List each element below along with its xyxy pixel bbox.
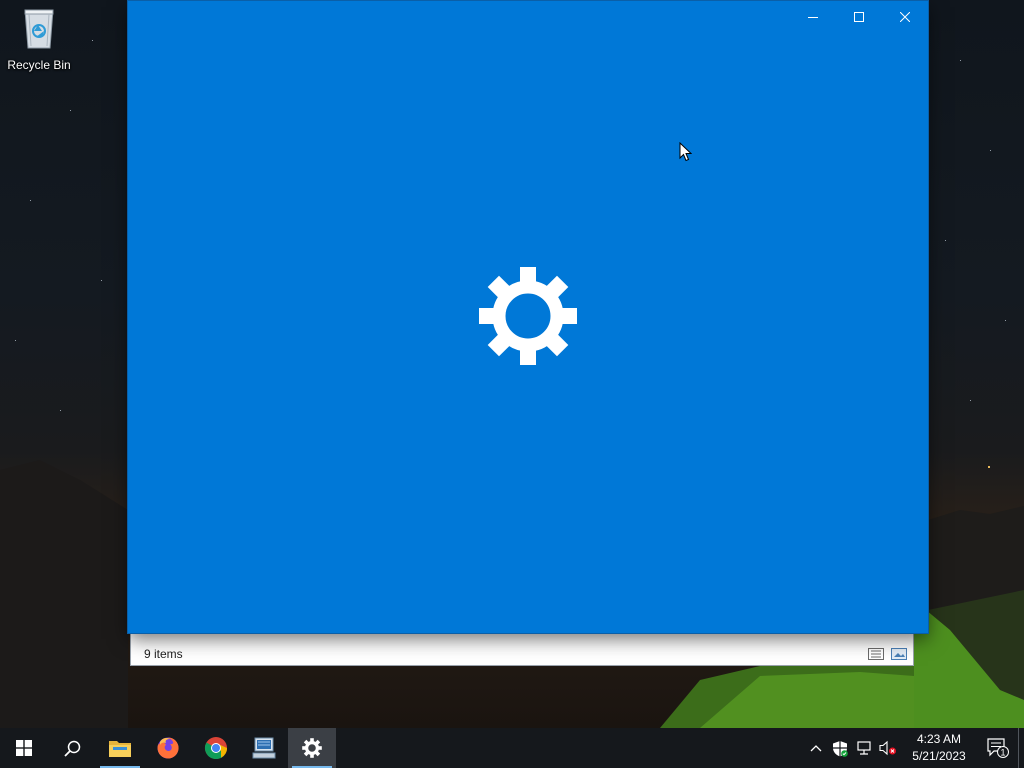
desktop-icon-label: Recycle Bin xyxy=(7,58,71,72)
search-icon xyxy=(63,740,80,757)
firefox-button[interactable] xyxy=(144,728,192,768)
show-hidden-icons-button[interactable] xyxy=(804,728,828,768)
firefox-icon xyxy=(157,737,179,759)
close-button[interactable] xyxy=(882,1,928,33)
security-tray-button[interactable] xyxy=(828,728,852,768)
large-icons-view-icon[interactable] xyxy=(890,648,907,661)
item-count-text: 9 items xyxy=(144,647,183,661)
network-icon xyxy=(857,741,871,755)
gear-icon xyxy=(302,738,322,758)
maximize-icon xyxy=(854,12,864,22)
notification-count: 1 xyxy=(1000,747,1005,757)
taskbar-clock[interactable]: 4:23 AM 5/21/2023 xyxy=(900,728,978,768)
security-shield-icon xyxy=(833,740,848,757)
desktop-icon-recycle-bin[interactable]: Recycle Bin xyxy=(4,4,74,78)
recycle-bin-icon xyxy=(24,9,54,49)
details-view-icon[interactable] xyxy=(867,648,884,661)
window-caption-buttons xyxy=(790,1,928,33)
gear-icon xyxy=(479,267,577,365)
notification-icon: 1 xyxy=(987,738,1009,758)
computer-network-icon xyxy=(252,737,276,759)
remote-desktop-button[interactable] xyxy=(240,728,288,768)
mouse-pointer-icon xyxy=(679,142,692,162)
chrome-icon xyxy=(204,737,227,760)
close-icon xyxy=(900,12,910,22)
search-button[interactable] xyxy=(48,728,96,768)
taskbar: 4:23 AM 5/21/2023 1 xyxy=(0,728,1024,768)
clock-time: 4:23 AM xyxy=(916,732,962,746)
settings-button[interactable] xyxy=(288,728,336,768)
settings-window[interactable] xyxy=(128,1,928,633)
minimize-button[interactable] xyxy=(790,1,836,33)
clock-date: 5/21/2023 xyxy=(912,749,966,763)
start-button[interactable] xyxy=(0,728,48,768)
minimize-icon xyxy=(808,17,818,18)
network-tray-button[interactable] xyxy=(852,728,876,768)
windows-logo-icon xyxy=(16,740,32,756)
status-bar: 9 items xyxy=(131,643,913,665)
chevron-up-icon xyxy=(810,745,822,752)
volume-tray-button[interactable] xyxy=(876,728,900,768)
volume-muted-icon xyxy=(879,740,896,756)
folder-icon xyxy=(109,741,131,757)
maximize-button[interactable] xyxy=(836,1,882,33)
show-desktop-button[interactable] xyxy=(1018,728,1024,768)
system-tray: 4:23 AM 5/21/2023 1 xyxy=(804,728,1024,768)
action-center-button[interactable]: 1 xyxy=(978,728,1018,768)
chrome-button[interactable] xyxy=(192,728,240,768)
file-explorer-button[interactable] xyxy=(96,728,144,768)
